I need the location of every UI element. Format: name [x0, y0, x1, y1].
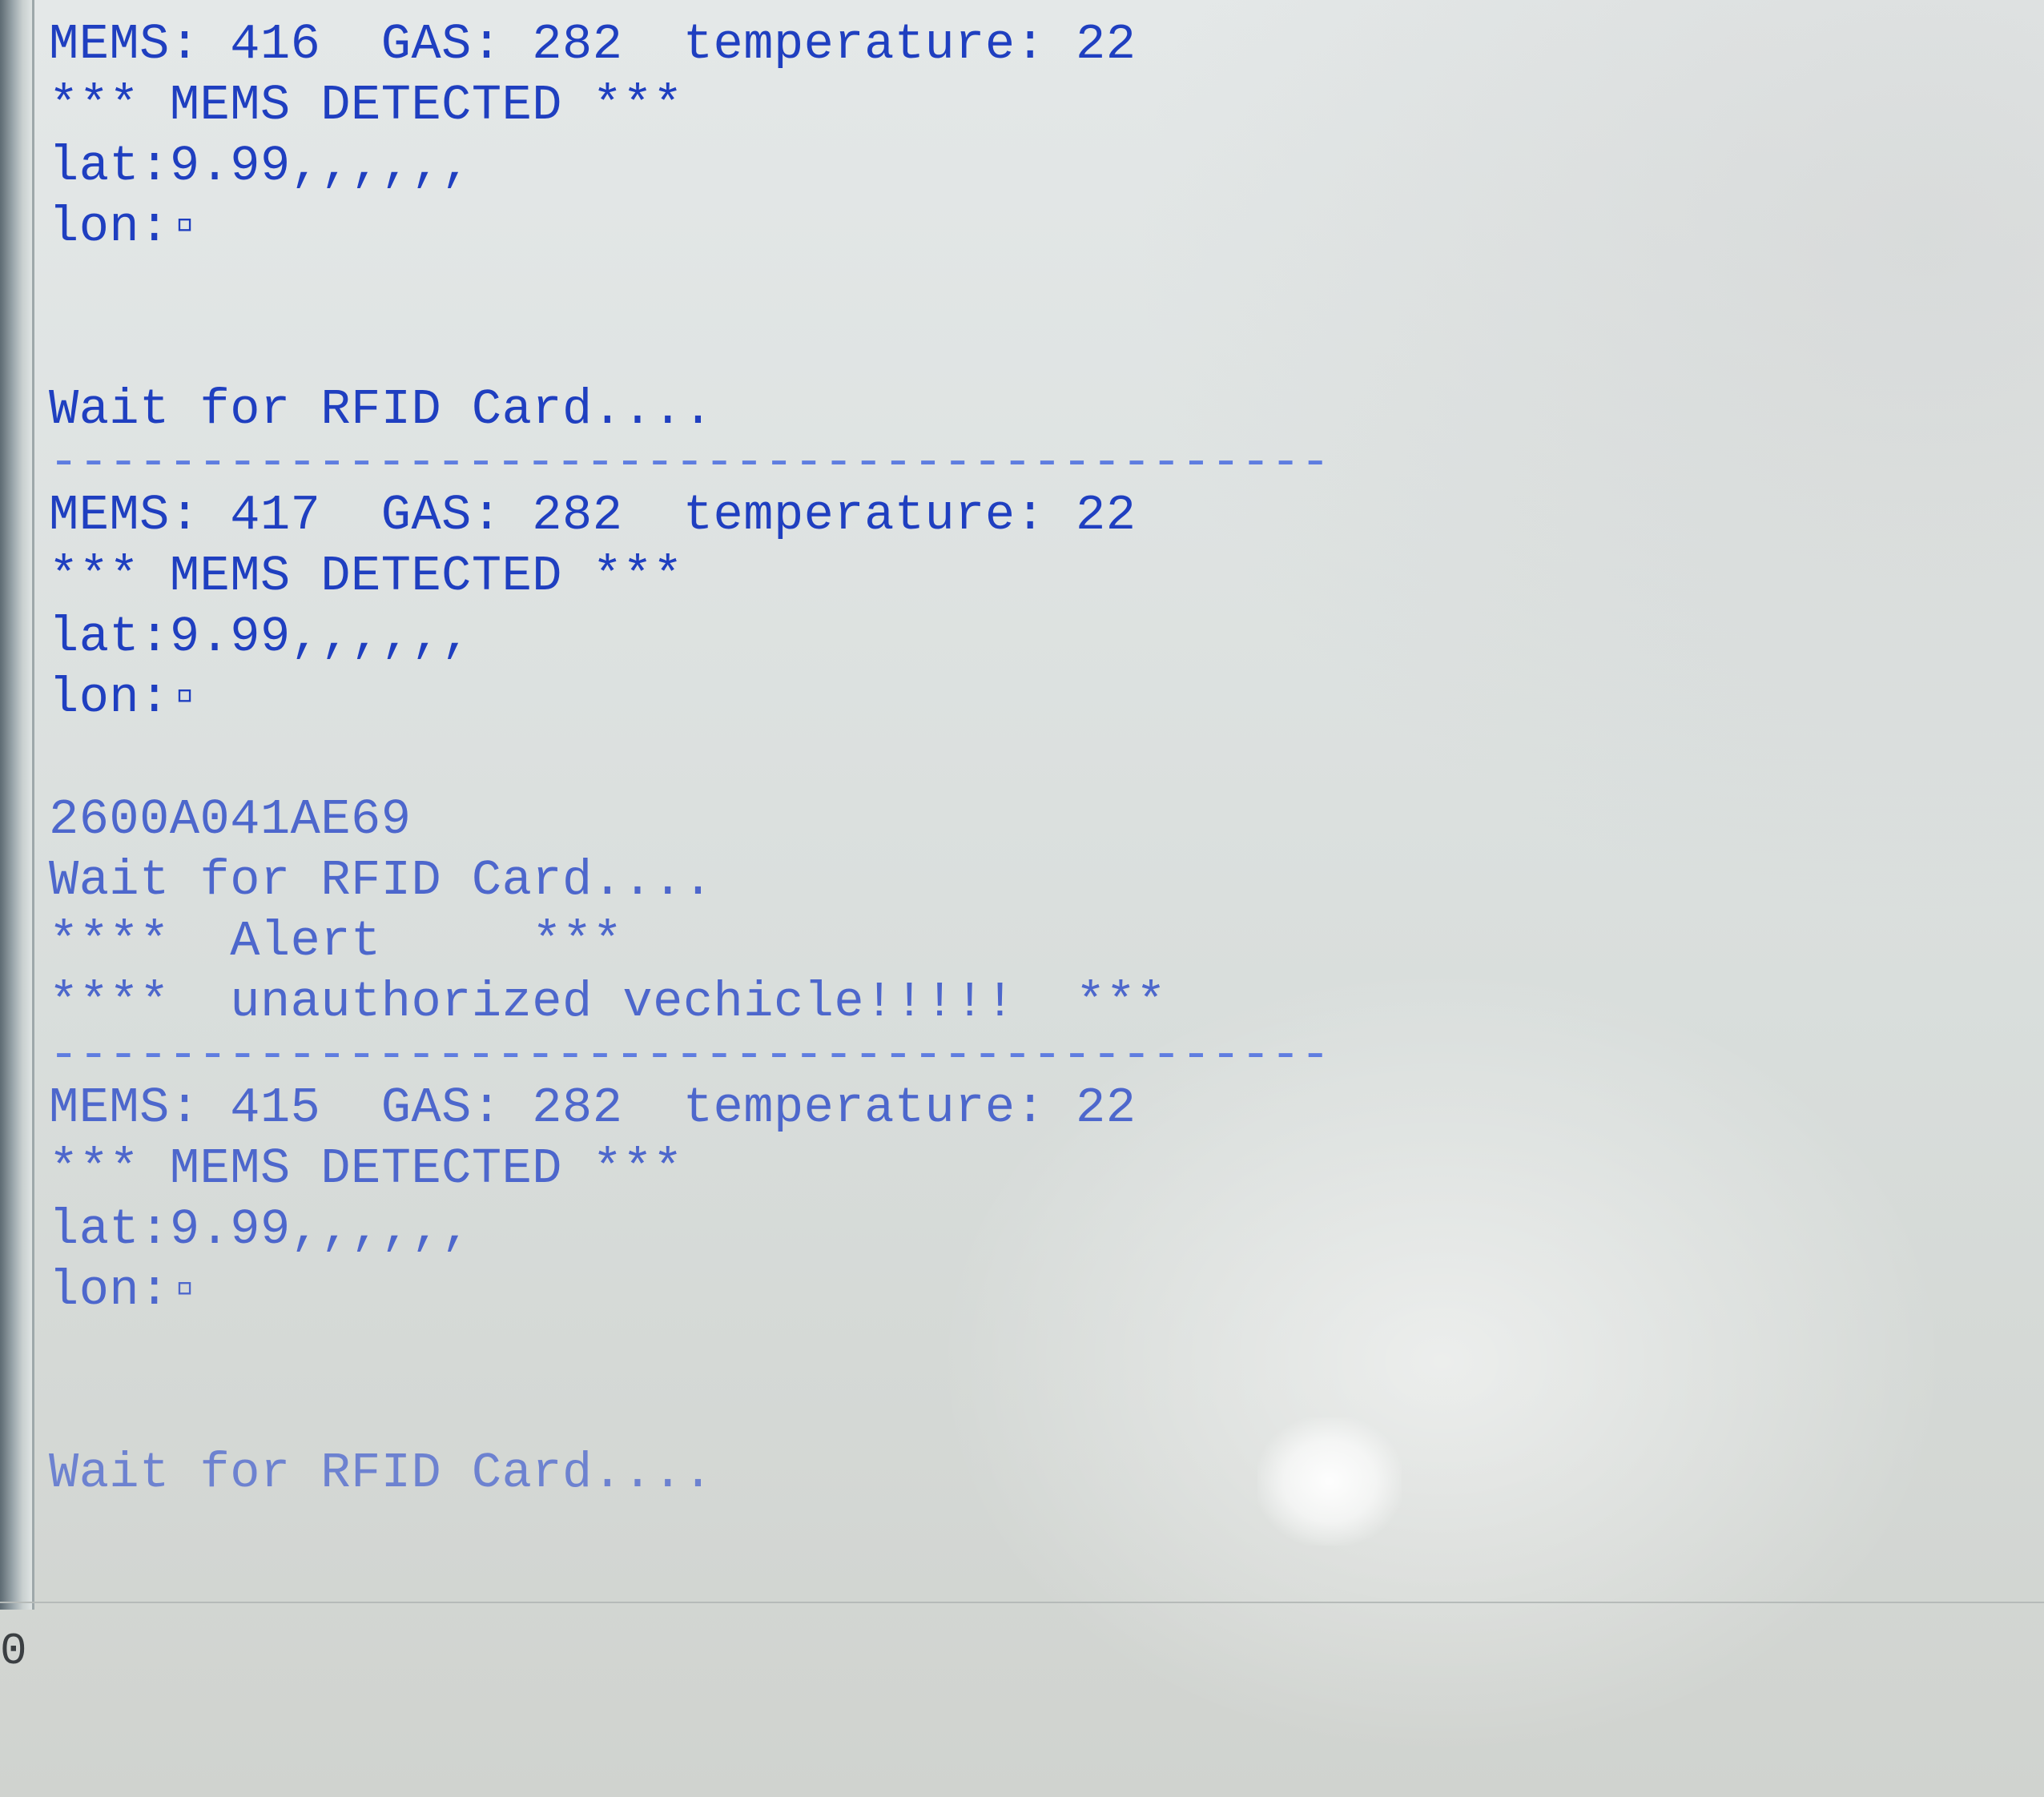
console-line-latitude: lat:9.99,,,,,, — [49, 138, 472, 195]
console-line-alert: **** Alert *** — [49, 913, 623, 970]
console-line-mems-detected: *** MEMS DETECTED *** — [49, 548, 683, 605]
console-line-longitude: lon:▫ — [49, 669, 200, 726]
console-line-wait-rfid: Wait for RFID Card.... — [49, 852, 714, 909]
console-line-blank — [49, 319, 1554, 380]
status-corner-value: 0 — [0, 1626, 27, 1677]
console-separator: ----------------------------------------… — [49, 440, 1330, 485]
console-line-mems-detected: *** MEMS DETECTED *** — [49, 1140, 683, 1197]
console-bottom-border — [0, 1602, 2044, 1603]
console-line-longitude: lon:▫ — [49, 199, 200, 255]
console-line-mems-reading: MEMS: 416 GAS: 282 temperature: 22 — [49, 16, 1137, 73]
window-frame — [0, 0, 32, 1610]
console-line-latitude: lat:9.99,,,,,, — [49, 609, 472, 665]
console-line-mems-reading: MEMS: 417 GAS: 282 temperature: 22 — [49, 487, 1137, 544]
console-line-rfid-tag: 2600A041AE69 — [49, 791, 412, 848]
console-line-blank — [49, 1382, 1554, 1443]
console-line-wait-rfid: Wait for RFID Card.... — [49, 1445, 714, 1502]
console-line-latitude: lat:9.99,,,,,, — [49, 1201, 472, 1258]
console-line-mems-reading: MEMS: 415 GAS: 282 temperature: 22 — [49, 1079, 1137, 1136]
console-line-longitude: lon:▫ — [49, 1262, 200, 1319]
console-line-unauthorized-vehicle: **** unauthorized vechicle!!!!! *** — [49, 974, 1167, 1031]
console-line-blank — [49, 258, 1554, 319]
console-line-blank — [49, 729, 1554, 790]
console-line-wait-rfid: Wait for RFID Card.... — [49, 381, 714, 438]
console-separator: ----------------------------------------… — [49, 1033, 1330, 1078]
console-line-blank — [49, 1321, 1554, 1382]
console-line-mems-detected: *** MEMS DETECTED *** — [49, 77, 683, 134]
serial-monitor-output[interactable]: MEMS: 416 GAS: 282 temperature: 22 *** M… — [32, 0, 1554, 1610]
